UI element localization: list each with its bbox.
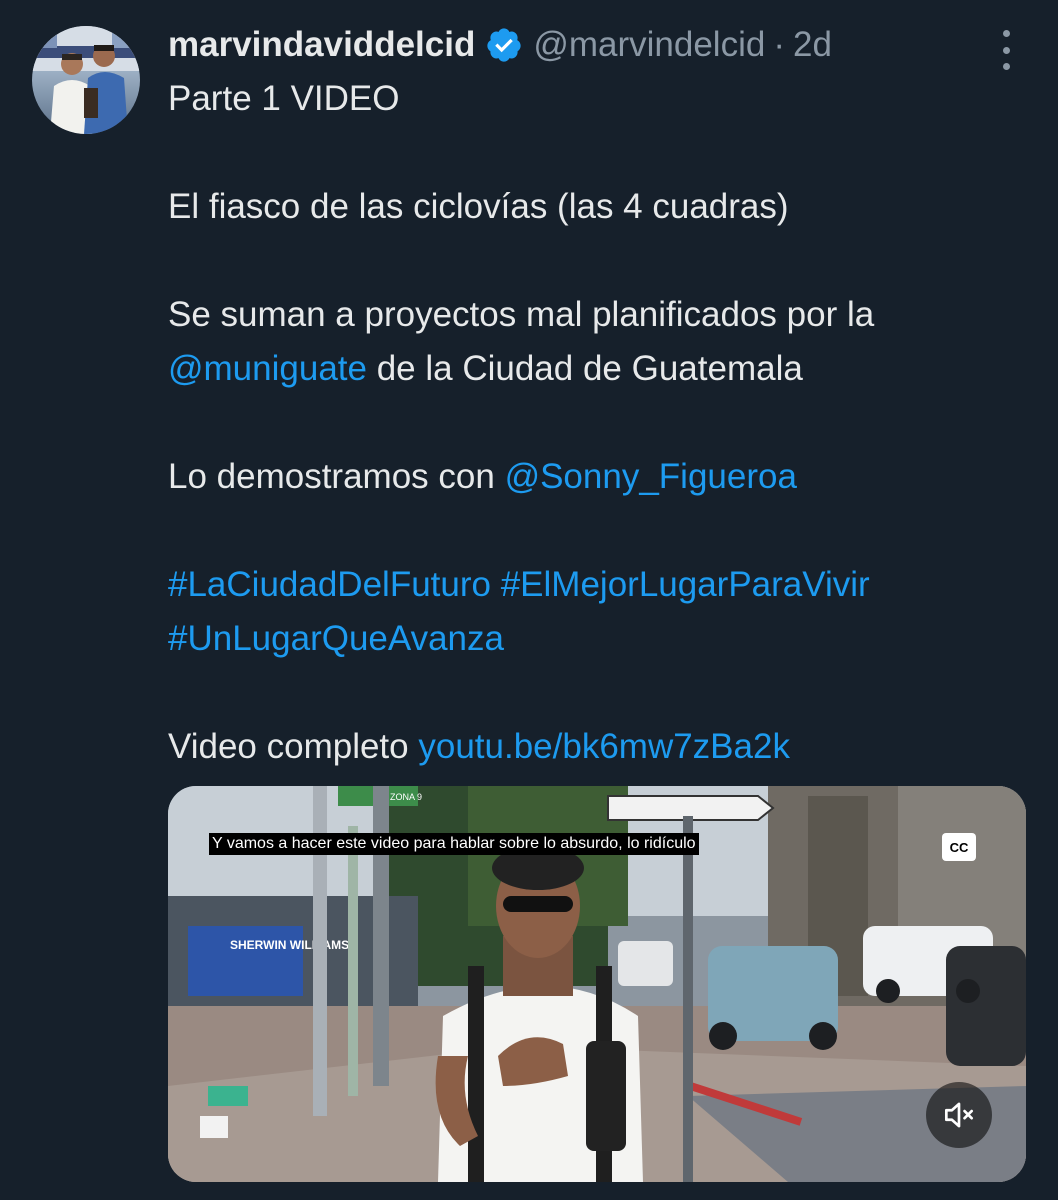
tweet-line: #UnLugarQueAvanza xyxy=(168,612,1028,666)
billboard-text: SHERWIN WILLIAMS xyxy=(230,938,349,952)
tweet: marvindaviddelcid @marvindelcid · 2d Par… xyxy=(0,0,1058,1200)
tweet-line: @muniguate de la Ciudad de Guatemala xyxy=(168,342,1028,396)
more-options-icon[interactable] xyxy=(994,30,1018,70)
more-dot xyxy=(1002,46,1010,54)
avatar[interactable] xyxy=(32,26,140,134)
more-dot xyxy=(1002,30,1010,37)
tweet-text-fragment: de la Ciudad de Guatemala xyxy=(366,349,803,388)
tweet-text-fragment: Lo demostramos con xyxy=(168,457,505,496)
header-separator: · xyxy=(773,25,785,64)
tweet-line: Se suman a proyectos mal planificados po… xyxy=(168,295,875,334)
author-handle[interactable]: @marvindelcid xyxy=(533,25,765,65)
hashtag-link[interactable]: #ElMejorLugarParaVivir xyxy=(501,565,870,604)
mention-sonny-figueroa[interactable]: @Sonny_Figueroa xyxy=(505,457,797,496)
youtube-link[interactable]: youtu.be/bk6mw7zBa2k xyxy=(418,727,790,766)
tweet-text: Parte 1 VIDEO El fiasco de las ciclovías… xyxy=(168,72,1028,774)
tweet-line: Video completo youtu.be/bk6mw7zBa2k xyxy=(168,720,1028,774)
tweet-header: marvindaviddelcid @marvindelcid · 2d xyxy=(168,20,978,70)
video-caption: Y vamos a hacer este video para hablar s… xyxy=(209,833,699,855)
display-name[interactable]: marvindaviddelcid xyxy=(168,25,475,65)
speaker-muted-icon xyxy=(944,1102,974,1128)
more-dot xyxy=(1002,63,1010,70)
closed-captions-button[interactable]: CC xyxy=(942,833,976,861)
tweet-text-fragment: Video completo xyxy=(168,727,419,766)
verified-badge-icon xyxy=(485,26,523,64)
hashtag-link[interactable]: #LaCiudadDelFuturo xyxy=(168,565,491,604)
tweet-line: Lo demostramos con @Sonny_Figueroa xyxy=(168,450,1028,504)
mention-muniguate[interactable]: @muniguate xyxy=(168,349,367,388)
tweet-line: #LaCiudadDelFuturo #ElMejorLugarParaVivi… xyxy=(168,558,1028,612)
avatar-photo xyxy=(32,26,140,134)
mute-button[interactable] xyxy=(926,1082,992,1148)
street-sign-text: ZONA 9 xyxy=(390,792,422,802)
tweet-timestamp[interactable]: 2d xyxy=(793,25,832,65)
hashtag-link[interactable]: #UnLugarQueAvanza xyxy=(168,619,504,658)
tweet-line: Parte 1 VIDEO xyxy=(168,79,400,118)
video-player[interactable]: SHERWIN WILLIAMS ZONA 9 Y vamos a hacer … xyxy=(168,786,1026,1182)
tweet-line: El fiasco de las ciclovías (las 4 cuadra… xyxy=(168,187,789,226)
